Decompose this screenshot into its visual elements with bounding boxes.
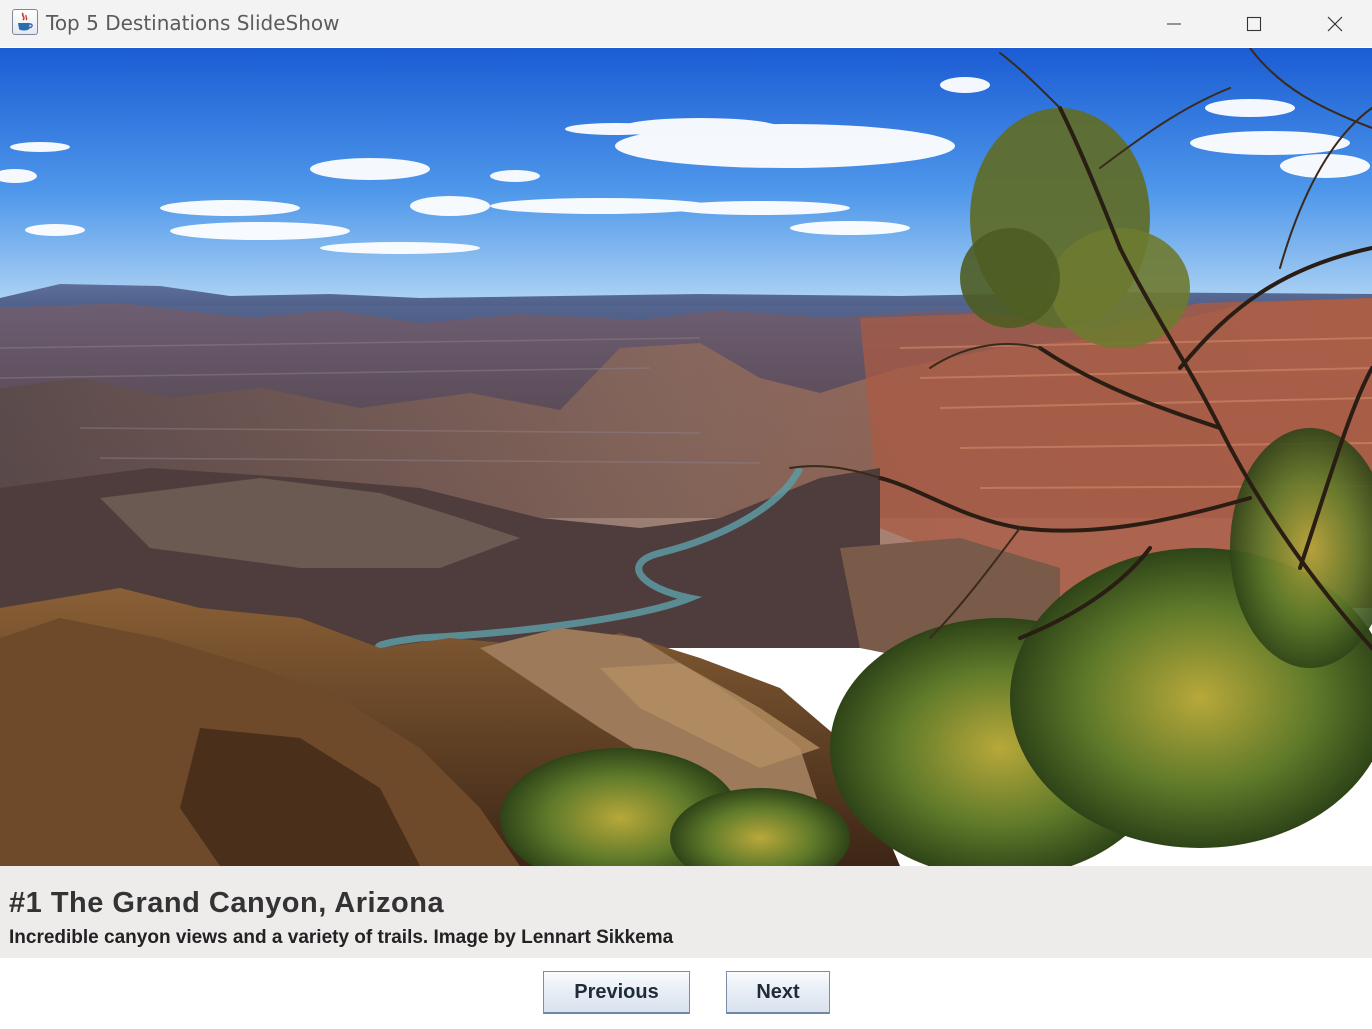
app-window: Top 5 Destinations SlideShow #1 The Gran…	[0, 0, 1372, 1029]
maximize-button[interactable]	[1214, 0, 1294, 47]
close-button[interactable]	[1295, 0, 1372, 47]
minimize-button[interactable]	[1134, 0, 1214, 47]
slide-image	[0, 48, 1372, 866]
minimize-icon	[1167, 23, 1181, 24]
title-bar[interactable]: Top 5 Destinations SlideShow	[0, 0, 1372, 47]
slide-description: Incredible canyon views and a variety of…	[9, 927, 674, 948]
close-icon	[1327, 16, 1343, 31]
maximize-icon	[1246, 16, 1262, 31]
java-cup-icon	[12, 9, 38, 35]
slide-title: #1 The Grand Canyon, Arizona	[9, 887, 445, 919]
window-title: Top 5 Destinations SlideShow	[46, 11, 340, 35]
previous-button[interactable]: Previous	[543, 971, 690, 1014]
next-button[interactable]: Next	[726, 971, 830, 1014]
